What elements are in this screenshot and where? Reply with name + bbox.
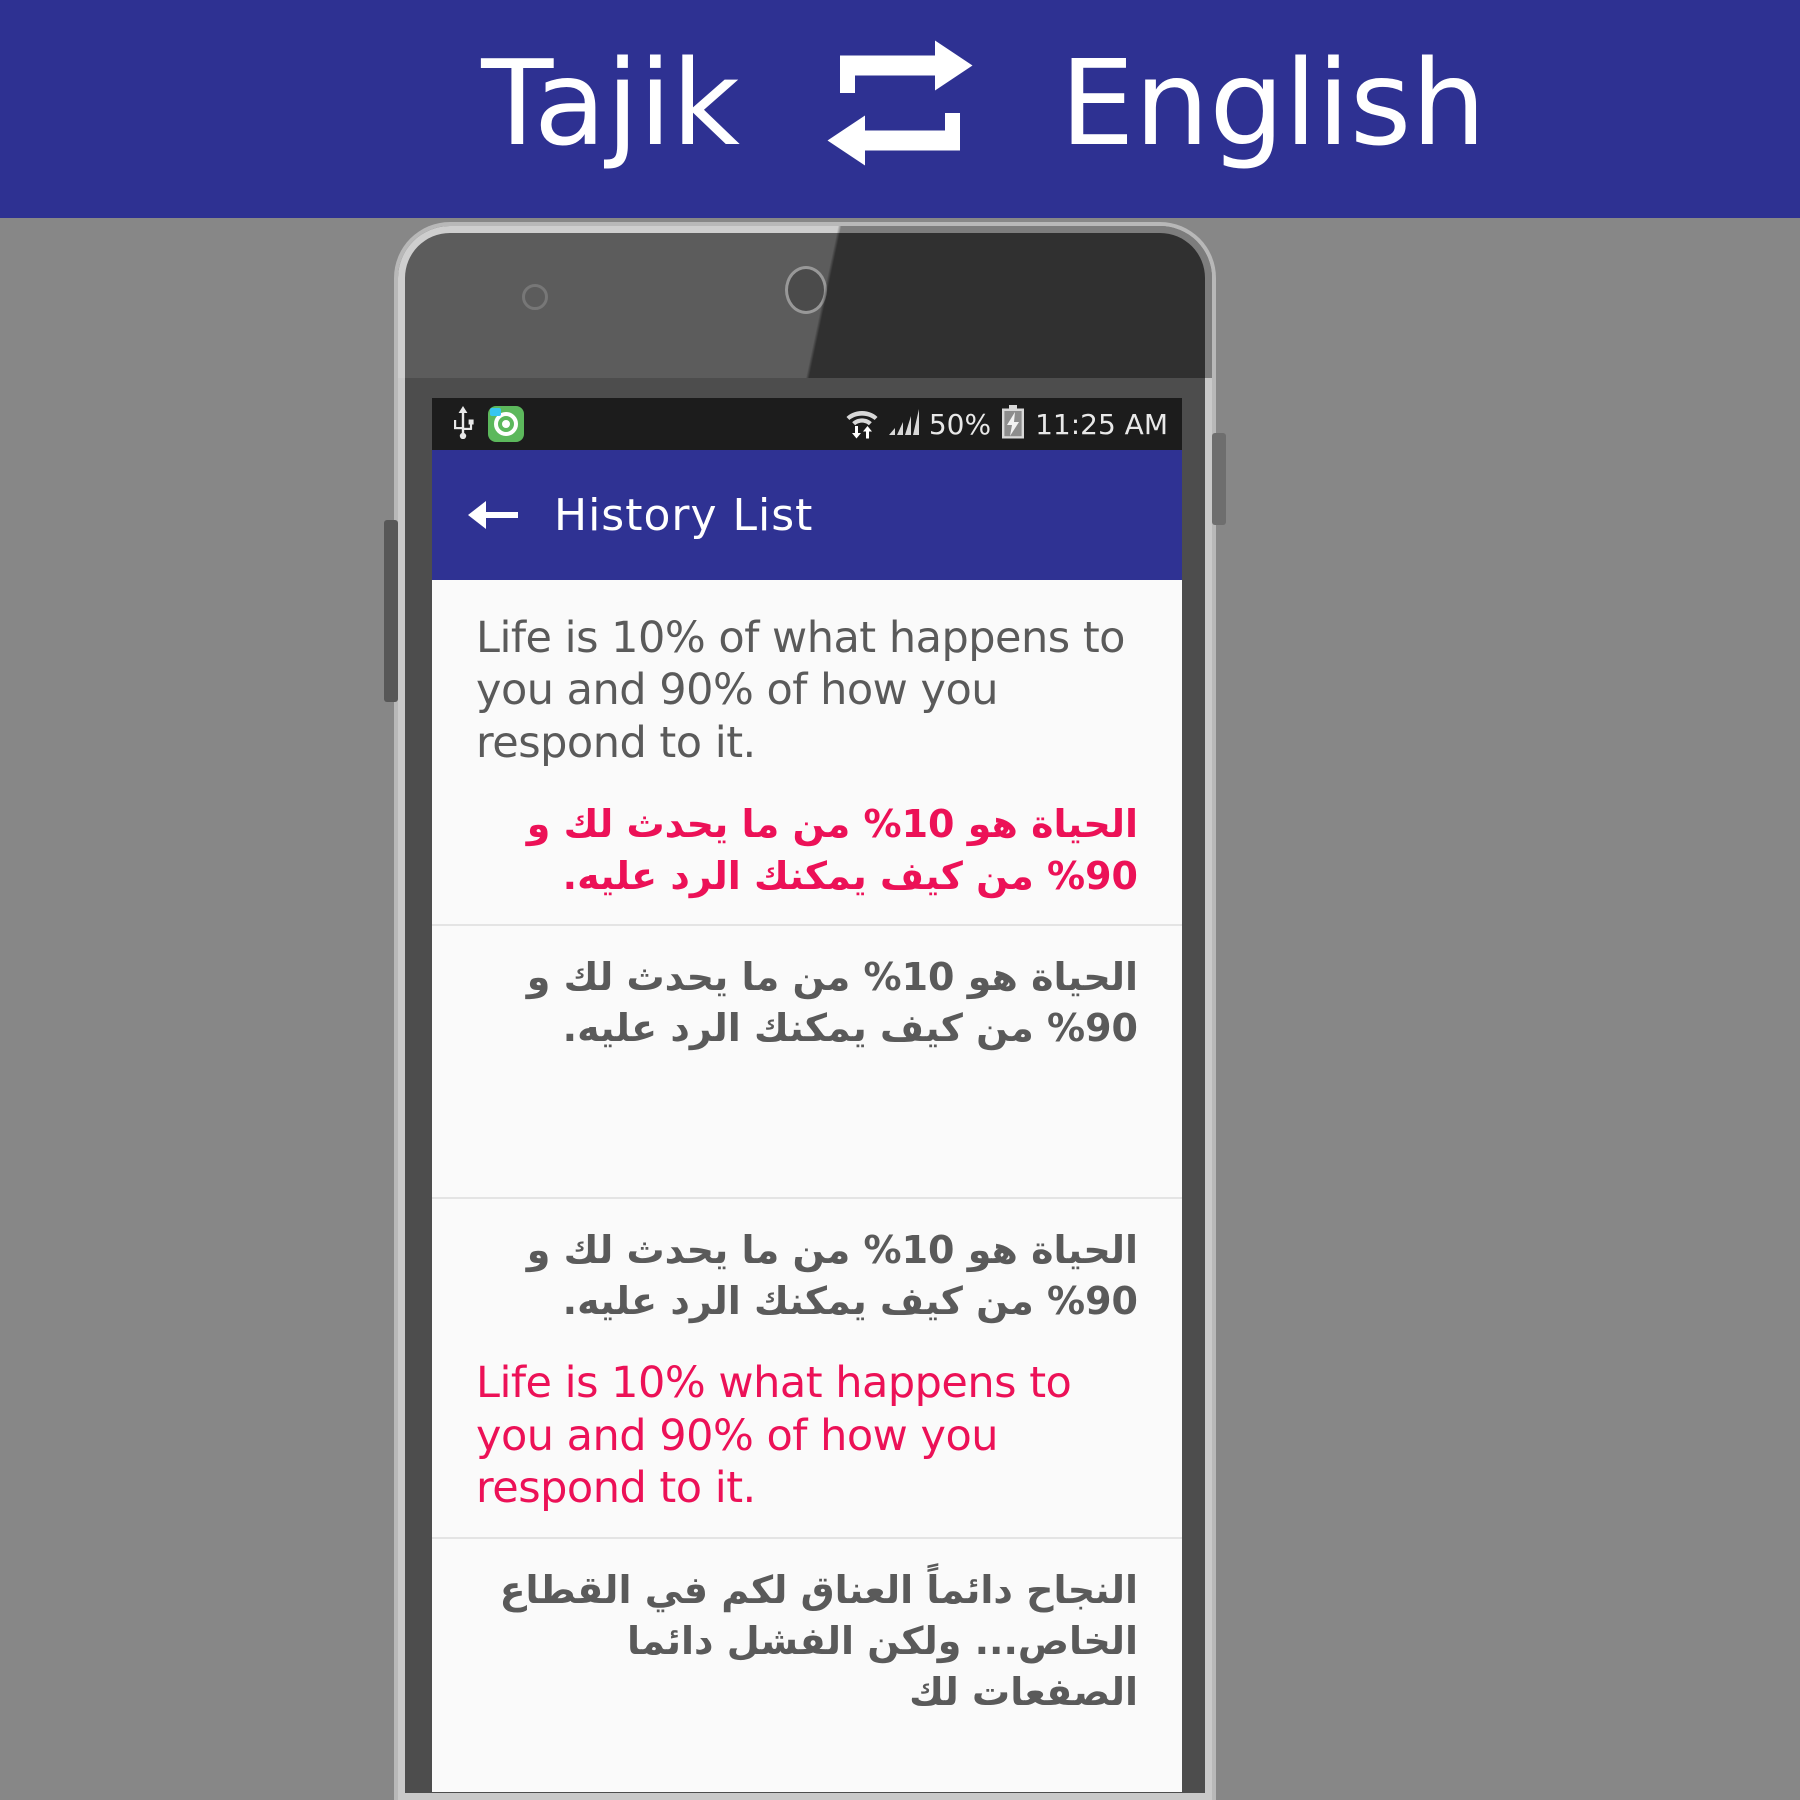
phone-screen: 50% 11:25 AM History List Life is 10% of…: [432, 398, 1182, 1792]
battery-percent-label: 50%: [928, 407, 992, 441]
battery-charging-icon: [1000, 405, 1026, 443]
list-item[interactable]: Life is 10% of what happens to you and 9…: [432, 586, 1182, 926]
history-source-text: الحياة هو 10% من ما يحدث لك و 90% من كيف…: [526, 954, 1138, 1051]
app-bar: History List: [432, 450, 1182, 580]
source-language-label[interactable]: Tajik: [110, 44, 810, 162]
history-translation-text: Life is 10% what happens to you and 90% …: [476, 1358, 1072, 1514]
phone-device: 50% 11:25 AM History List Life is 10% of…: [384, 218, 1226, 1800]
power-button[interactable]: [1212, 433, 1226, 525]
history-source-text: Life is 10% of what happens to you and 9…: [476, 613, 1125, 768]
cellular-signal-icon: [888, 406, 920, 442]
clock-label: 11:25 AM: [1035, 407, 1168, 441]
history-translation-text: الحياة هو 10% من ما يحدث لك و 90% من كيف…: [526, 802, 1138, 898]
status-bar: 50% 11:25 AM: [432, 398, 1182, 450]
screenshot-root: Tajik English 50% 11:25 AM History List …: [0, 0, 1800, 1800]
language-banner: Tajik English: [0, 0, 1800, 218]
usb-icon: [450, 405, 476, 443]
repeat-swap-icon[interactable]: [810, 38, 990, 168]
volume-button[interactable]: [384, 520, 398, 702]
history-source-text: الحياة هو 10% من ما يحدث لك و 90% من كيف…: [526, 1227, 1138, 1323]
earpiece-speaker-icon: [785, 266, 827, 314]
list-item[interactable]: الحياة هو 10% من ما يحدث لك و 90% من كيف…: [432, 926, 1182, 1199]
app-notification-icon: [488, 406, 524, 442]
back-arrow-icon[interactable]: [464, 486, 522, 544]
front-camera-icon: [522, 284, 548, 310]
history-list: Life is 10% of what happens to you and 9…: [432, 580, 1182, 1741]
list-item[interactable]: النجاح دائماً العناق لكم في القطاع الخاص…: [432, 1539, 1182, 1741]
target-language-label[interactable]: English: [990, 44, 1690, 162]
list-item[interactable]: الحياة هو 10% من ما يحدث لك و 90% من كيف…: [432, 1199, 1182, 1539]
history-source-text: النجاح دائماً العناق لكم في القطاع الخاص…: [499, 1567, 1138, 1715]
page-title: History List: [554, 489, 814, 541]
wifi-transfer-icon: [845, 405, 879, 443]
